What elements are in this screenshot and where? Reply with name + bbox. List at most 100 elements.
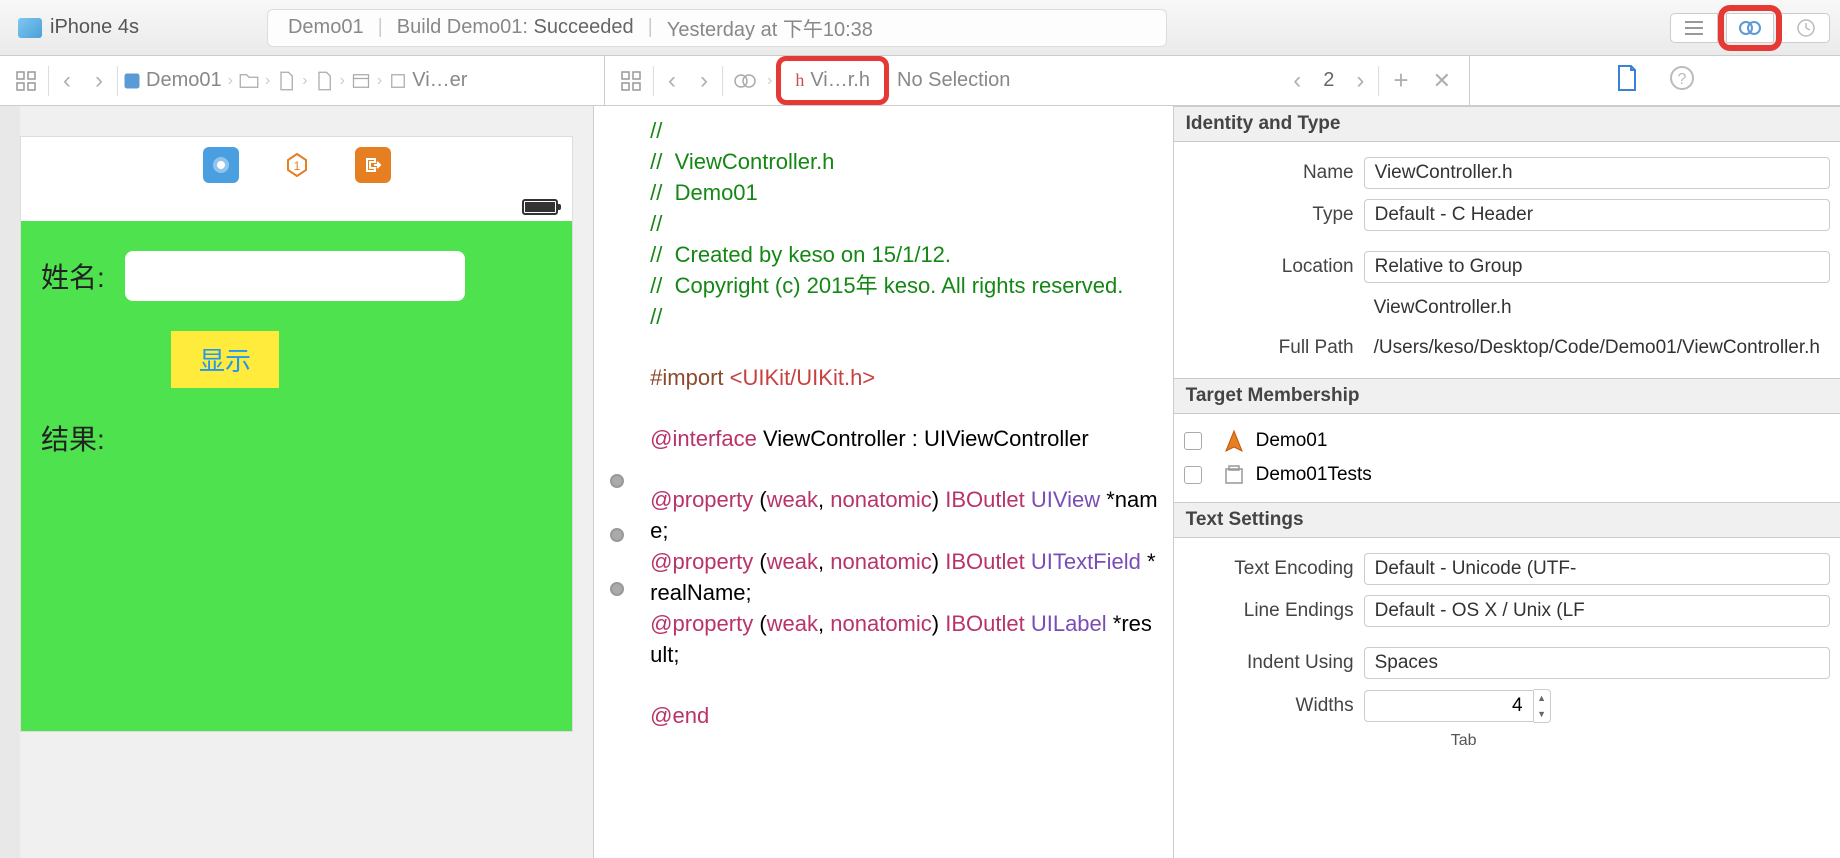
interface-builder-pane: 1 姓名: 显示 [0, 106, 594, 858]
stepper-down[interactable]: ▼ [1534, 706, 1550, 722]
breadcrumb-scene[interactable]: Vi…er [388, 69, 467, 92]
storyboard-icon [351, 71, 371, 91]
width-input[interactable] [1364, 690, 1534, 722]
inspector-pane: Identity and Type Name ViewController.h … [1174, 106, 1840, 858]
add-assistant-button[interactable]: + [1383, 65, 1418, 96]
view-controller-icon[interactable] [203, 147, 239, 183]
activity-viewer: Demo01 | Build Demo01: Succeeded | Yeste… [267, 9, 1167, 47]
app-icon [1222, 429, 1246, 453]
outlet-connection-icon[interactable] [610, 474, 624, 488]
fullpath-value: /Users/keso/Desktop/Code/Demo01/ViewCont… [1364, 333, 1830, 363]
top-toolbar: iPhone 4s Demo01 | Build Demo01: Succeed… [0, 0, 1840, 56]
show-button[interactable]: 显示 [171, 331, 279, 388]
svg-text:1: 1 [293, 159, 300, 173]
indent-select[interactable]: Spaces [1364, 647, 1830, 679]
lines-icon [1683, 19, 1705, 37]
breadcrumb-file2[interactable] [314, 71, 334, 91]
encoding-select[interactable]: Default - Unicode (UTF- [1364, 553, 1830, 585]
divider [653, 66, 654, 96]
divider [1378, 66, 1379, 96]
forward-button[interactable]: › [85, 67, 113, 95]
counterpart-count: 2 [1315, 69, 1342, 92]
breadcrumb[interactable]: Demo01 › › › › › Vi…er [122, 69, 467, 92]
name-textfield[interactable] [125, 251, 465, 301]
scheme-selector[interactable]: iPhone 4s [10, 12, 147, 43]
clock-icon [1796, 18, 1816, 38]
status-build: Build Demo01: Succeeded [397, 16, 634, 39]
selection-indicator: No Selection [897, 69, 1010, 92]
venn-icon [733, 71, 757, 91]
inspector-tab-bar: ? [1470, 56, 1840, 105]
target-row[interactable]: Demo01Tests [1174, 458, 1840, 492]
name-label[interactable]: 姓名: [41, 256, 105, 296]
type-select[interactable]: Default - C Header [1364, 199, 1830, 231]
counterpart-prev[interactable]: ‹ [1283, 67, 1311, 95]
file-tab-highlighted[interactable]: h Vi…r.h [776, 56, 889, 105]
scene-dock: 1 [21, 137, 572, 193]
button-row: 显示 [41, 331, 552, 388]
assistant-editor-button[interactable] [1726, 13, 1774, 43]
main-area: 1 姓名: 显示 [0, 106, 1840, 858]
text-section-header: Text Settings [1174, 502, 1840, 538]
checkbox[interactable] [1184, 432, 1202, 450]
version-editor-button[interactable] [1782, 13, 1830, 43]
jump-bar-assistant: ‹ › › h Vi…r.h No Selection ‹ 2 › + ✕ [605, 56, 1470, 105]
name-label: Name [1184, 162, 1354, 184]
widths-label: Widths [1184, 695, 1354, 717]
back-button[interactable]: ‹ [658, 67, 686, 95]
document-outline-bar[interactable] [0, 106, 20, 858]
result-row: 结果: [41, 418, 552, 458]
chevron-icon: › [265, 72, 270, 90]
related-items-button[interactable] [8, 63, 44, 99]
file-name: Vi…r.h [810, 69, 870, 92]
back-button[interactable]: ‹ [53, 67, 81, 95]
width-stepper[interactable]: ▲ ▼ [1364, 689, 1551, 723]
breadcrumb-storyboard[interactable] [351, 71, 371, 91]
breadcrumb-project[interactable]: Demo01 [122, 69, 222, 92]
text-section: Text Encoding Default - Unicode (UTF- Li… [1174, 538, 1840, 760]
stepper-up[interactable]: ▲ [1534, 690, 1550, 706]
forward-button[interactable]: › [690, 67, 718, 95]
root-view[interactable]: 姓名: 显示 结果: [21, 221, 572, 731]
divider [117, 66, 118, 96]
lineendings-select[interactable]: Default - OS X / Unix (LF [1364, 595, 1830, 627]
related-items-button[interactable] [613, 63, 649, 99]
first-responder-icon[interactable]: 1 [279, 147, 315, 183]
chevron-icon: › [302, 72, 307, 90]
close-assistant-button[interactable]: ✕ [1423, 68, 1461, 94]
venn-icon [1737, 18, 1763, 38]
file-icon [314, 71, 334, 91]
outlet-connection-icon[interactable] [610, 582, 624, 596]
help-inspector-tab[interactable]: ? [1669, 65, 1695, 96]
svg-text:?: ? [1678, 71, 1687, 88]
name-field[interactable]: ViewController.h [1364, 157, 1830, 189]
grid-icon [620, 70, 642, 92]
divider [48, 66, 49, 96]
location-select[interactable]: Relative to Group [1364, 251, 1830, 283]
target-section: Demo01 Demo01Tests [1174, 414, 1840, 502]
project-icon [122, 71, 142, 91]
checkbox[interactable] [1184, 466, 1202, 484]
jump-bar-primary: ‹ › Demo01 › › › › › [0, 56, 605, 105]
battery-icon [522, 199, 558, 215]
scene-canvas[interactable]: 1 姓名: 显示 [20, 136, 573, 732]
canvas-wrap: 1 姓名: 显示 [20, 106, 593, 858]
file-inspector-tab[interactable] [1615, 64, 1639, 97]
encoding-label: Text Encoding [1184, 558, 1354, 580]
breadcrumb-folder[interactable] [239, 71, 259, 91]
jump-bars: ‹ › Demo01 › › › › › [0, 56, 1840, 106]
exit-icon[interactable] [355, 147, 391, 183]
result-label[interactable]: 结果: [41, 418, 105, 458]
breadcrumb-file1[interactable] [276, 71, 296, 91]
device-icon [18, 18, 42, 38]
target-row[interactable]: Demo01 [1174, 424, 1840, 458]
name-row: 姓名: [41, 251, 552, 301]
counterpart-next[interactable]: › [1346, 67, 1374, 95]
assistant-editor-pane: // // ViewController.h // Demo01 // // C… [594, 106, 1173, 858]
scene-icon [388, 71, 408, 91]
outlet-connection-icon[interactable] [610, 528, 624, 542]
identity-section: Name ViewController.h Type Default - C H… [1174, 142, 1840, 378]
target-section-header: Target Membership [1174, 378, 1840, 414]
code-editor[interactable]: // // ViewController.h // Demo01 // // C… [640, 106, 1172, 858]
standard-editor-button[interactable] [1670, 13, 1718, 43]
